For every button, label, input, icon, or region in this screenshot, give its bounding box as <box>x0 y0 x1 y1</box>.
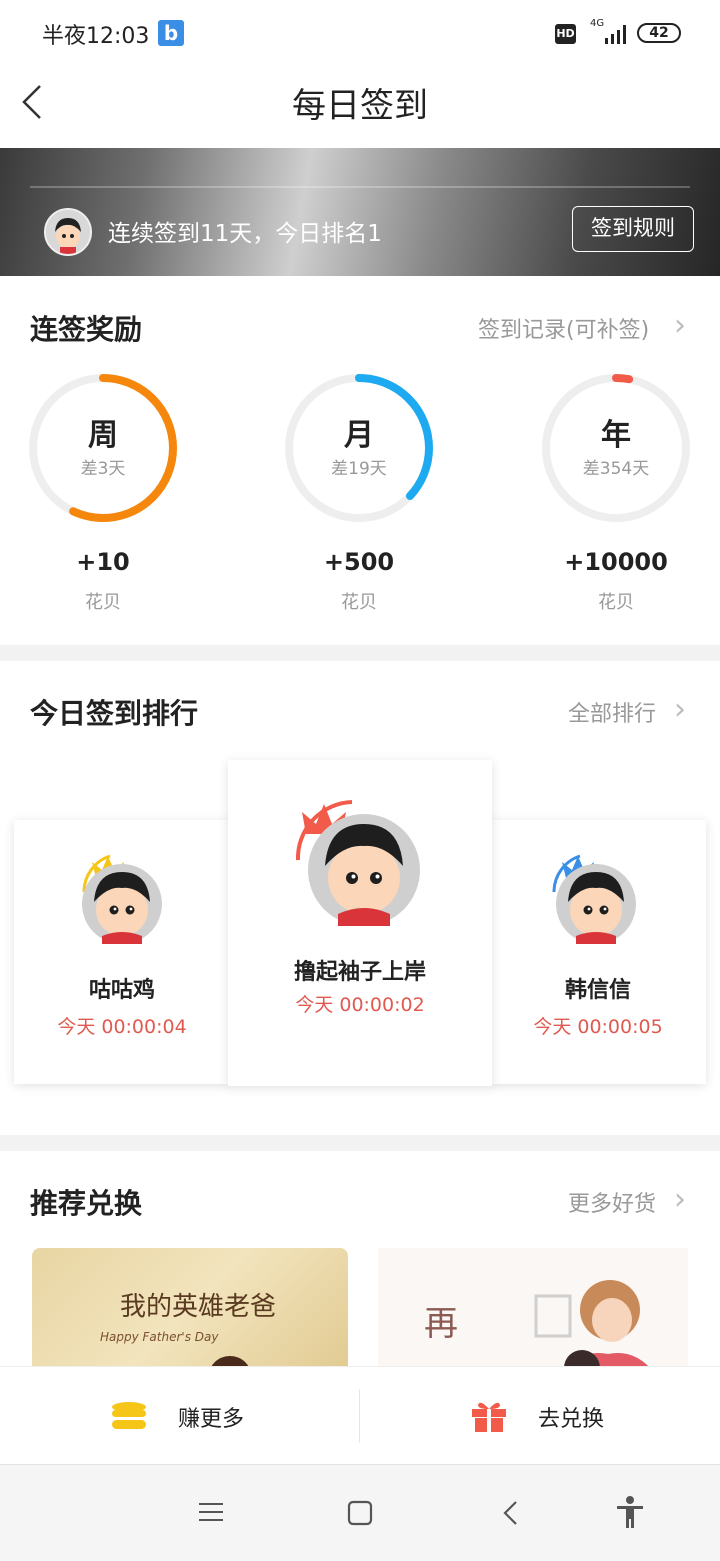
reward-value: +10000 <box>564 548 668 576</box>
more-goods-label: 更多好货 <box>568 1192 657 1217</box>
crown-avatar-icon <box>295 800 420 926</box>
go-exchange-button[interactable]: 去兑换 <box>470 1391 710 1441</box>
rank-name: 韩信信 <box>564 978 631 1003</box>
chevron-right-icon: › <box>674 1182 686 1217</box>
section-divider <box>0 1135 720 1151</box>
hd-icon: HD <box>555 24 576 44</box>
rank-name: 咕咕鸡 <box>88 978 155 1003</box>
streak-rewards-title: 连签奖励 <box>30 313 143 346</box>
go-exchange-label: 去兑换 <box>538 1407 605 1432</box>
ring-period: 月 <box>344 418 374 453</box>
app-notification-icon: b <box>158 20 184 46</box>
home-square-icon[interactable] <box>346 1499 374 1527</box>
bottom-action-bar: 赚更多 去兑换 <box>0 1366 720 1465</box>
streak-ring-2: 年差354天 +10000 花贝 <box>540 372 692 622</box>
action-separator <box>359 1389 360 1443</box>
signal-icon <box>605 25 626 44</box>
checkin-rules-button[interactable]: 签到规则 <box>572 206 694 252</box>
rank-card-third[interactable]: 韩信信 今天 00:00:05 <box>490 820 706 1084</box>
reward-unit: 花贝 <box>85 592 121 613</box>
ring-period: 周 <box>88 418 118 453</box>
reward-value: +500 <box>323 548 395 576</box>
ring-period: 年 <box>601 418 631 453</box>
recommend-title: 推荐兑换 <box>30 1187 143 1220</box>
ranking-title: 今日签到排行 <box>30 697 199 730</box>
banner-divider <box>30 186 690 188</box>
reward-value: +10 <box>76 548 130 576</box>
item-title: 再 <box>424 1304 458 1344</box>
user-avatar[interactable] <box>44 208 92 256</box>
item-subtitle: Happy Father's Day <box>100 1330 219 1344</box>
system-nav-bar <box>0 1464 720 1561</box>
earn-more-label: 赚更多 <box>178 1407 245 1432</box>
all-ranking-link[interactable]: 全部排行 › <box>568 692 686 730</box>
streak-ring-1: 月差19天 +500 花贝 <box>283 372 435 622</box>
status-bar: 半夜12:03 b HD 4G 42 <box>0 0 720 68</box>
accessibility-icon[interactable] <box>614 1495 646 1529</box>
recommend-item-fathers-day[interactable]: 我的英雄老爸 Happy Father's Day <box>32 1248 348 1368</box>
page-title: 每日签到 <box>292 86 428 126</box>
ring-remaining: 差354天 <box>582 459 650 479</box>
ring-remaining: 差19天 <box>331 459 387 479</box>
menu-icon[interactable] <box>198 1501 224 1523</box>
crown-avatar-icon <box>552 854 636 944</box>
checkin-record-link[interactable]: 签到记录(可补签) › <box>478 308 686 346</box>
rank-name: 撸起袖子上岸 <box>293 960 426 985</box>
rank-card-second[interactable]: 咕咕鸡 今天 00:00:04 <box>14 820 230 1084</box>
ring-remaining: 差3天 <box>80 459 126 479</box>
rank-time: 今天 00:00:05 <box>533 1016 663 1038</box>
streak-summary: 连续签到11天，今日排名1 <box>108 221 382 247</box>
rank-time: 今天 00:00:04 <box>57 1016 187 1038</box>
rank-card-first[interactable]: 撸起袖子上岸 今天 00:00:02 <box>228 760 492 1086</box>
earn-more-button[interactable]: 赚更多 <box>110 1391 360 1441</box>
back-triangle-icon[interactable] <box>500 1499 522 1527</box>
streak-ring-0: 周差3天 +10 花贝 <box>27 372 179 622</box>
item-title: 我的英雄老爸 <box>120 1292 277 1322</box>
battery-icon: 42 <box>637 23 681 43</box>
status-time: 半夜12:03 <box>42 24 150 49</box>
network-type: 4G <box>590 18 605 29</box>
all-ranking-label: 全部排行 <box>568 702 657 727</box>
family-illustration <box>534 1280 650 1368</box>
coins-icon <box>112 1402 146 1429</box>
chevron-right-icon: › <box>674 308 686 343</box>
nav-bar: 每日签到 <box>0 68 720 148</box>
checkin-banner: 连续签到11天，今日排名1 签到规则 <box>0 148 720 276</box>
section-divider <box>0 645 720 661</box>
reward-unit: 花贝 <box>598 592 634 613</box>
back-arrow-icon[interactable] <box>18 82 58 122</box>
more-goods-link[interactable]: 更多好货 › <box>568 1182 686 1220</box>
avatar-face-icon <box>46 210 90 254</box>
gift-icon <box>472 1402 506 1432</box>
chevron-right-icon: › <box>674 692 686 727</box>
checkin-record-label: 签到记录(可补签) <box>478 318 650 343</box>
rank-time: 今天 00:00:02 <box>295 994 425 1016</box>
recommend-item-illustration[interactable]: 再 <box>378 1248 688 1368</box>
reward-unit: 花贝 <box>341 592 377 613</box>
crown-avatar-icon <box>82 854 162 944</box>
